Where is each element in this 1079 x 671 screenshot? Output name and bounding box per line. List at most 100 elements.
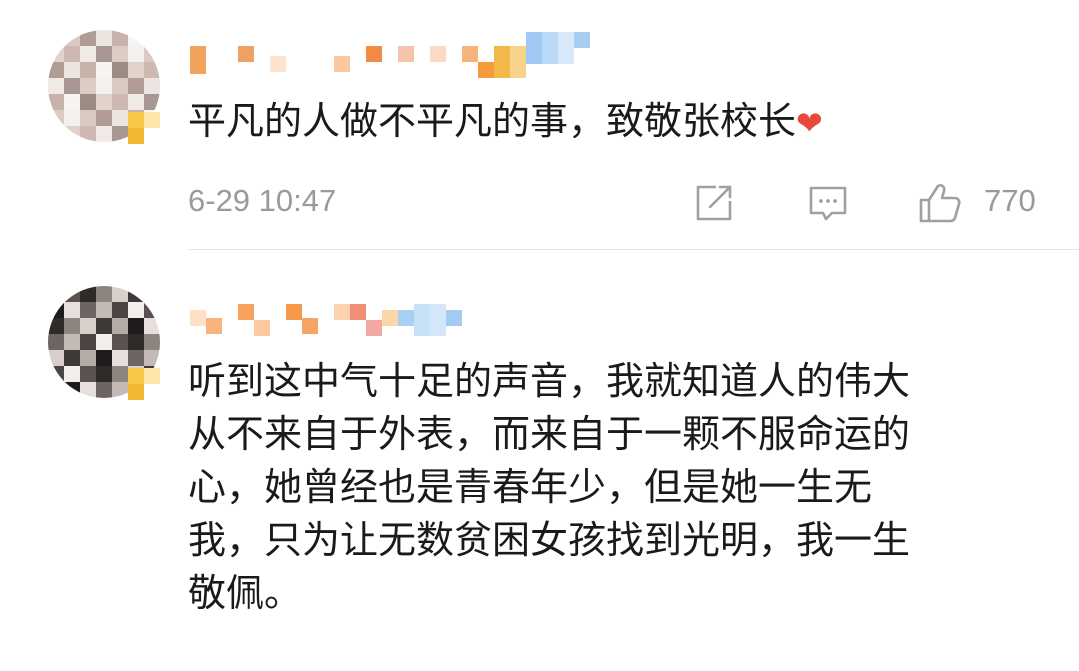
mosaic-pixel	[80, 126, 96, 142]
mosaic-pixel	[414, 32, 430, 48]
mosaic-pixel	[430, 304, 446, 336]
mosaic-pixel	[80, 286, 96, 302]
mosaic-pixel	[64, 78, 80, 94]
username-blurred[interactable]	[190, 296, 462, 344]
mosaic-pixel	[112, 318, 128, 334]
mosaic-pixel	[318, 32, 334, 48]
mosaic-pixel	[128, 384, 144, 400]
mosaic-pixel	[462, 46, 478, 62]
mosaic-pixel	[366, 46, 382, 62]
mosaic-pixel	[96, 286, 112, 302]
mosaic-pixel	[286, 304, 302, 320]
mosaic-pixel	[206, 318, 222, 334]
comment-text: 平凡的人做不平凡的事，致敬张校长❤	[188, 99, 823, 143]
mosaic-pixel	[430, 46, 446, 62]
mosaic-pixel	[286, 32, 302, 48]
verified-badge	[128, 112, 160, 144]
mosaic-pixel	[144, 128, 160, 144]
mosaic-pixel	[112, 366, 128, 382]
mosaic-pixel	[238, 46, 254, 62]
mosaic-pixel	[128, 46, 144, 62]
mosaic-pixel	[112, 94, 128, 110]
mosaic-pixel	[96, 318, 112, 334]
mosaic-pixel	[64, 110, 80, 126]
mosaic-pixel	[414, 304, 430, 336]
mosaic-pixel	[64, 382, 80, 398]
mosaic-pixel	[64, 286, 80, 302]
verified-badge	[128, 368, 160, 400]
mosaic-pixel	[96, 46, 112, 62]
mosaic-pixel	[64, 366, 80, 382]
mosaic-pixel	[128, 334, 144, 350]
mosaic-pixel	[128, 78, 144, 94]
mosaic-pixel	[96, 366, 112, 382]
mosaic-pixel	[80, 46, 96, 62]
mosaic-pixel	[48, 350, 64, 366]
mosaic-pixel	[144, 46, 160, 62]
mosaic-pixel	[64, 334, 80, 350]
mosaic-pixel	[382, 310, 398, 326]
mosaic-pixel	[144, 350, 160, 366]
mosaic-pixel	[302, 32, 318, 48]
mosaic-pixel	[112, 286, 128, 302]
share-icon[interactable]	[692, 181, 736, 225]
mosaic-pixel	[270, 56, 286, 72]
mosaic-pixel	[48, 78, 64, 94]
mosaic-pixel	[128, 128, 144, 144]
mosaic-pixel	[270, 296, 286, 312]
mosaic-pixel	[350, 32, 366, 48]
mosaic-pixel	[144, 62, 160, 78]
mosaic-pixel	[526, 32, 542, 64]
mosaic-pixel	[112, 78, 128, 94]
mosaic-pixel	[80, 94, 96, 110]
mosaic-pixel	[128, 112, 144, 128]
mosaic-pixel	[128, 302, 144, 318]
mosaic-pixel	[96, 302, 112, 318]
mosaic-pixel	[558, 32, 574, 64]
mosaic-pixel	[112, 382, 128, 398]
mosaic-pixel	[366, 320, 382, 336]
mosaic-pixel	[96, 334, 112, 350]
mosaic-pixel	[446, 310, 462, 326]
comment-timestamp: 6-29 10:47	[188, 183, 337, 218]
mosaic-pixel	[48, 110, 64, 126]
mosaic-pixel	[64, 302, 80, 318]
like-icon[interactable]	[918, 181, 962, 225]
mosaic-pixel	[64, 30, 80, 46]
mosaic-pixel	[96, 62, 112, 78]
mosaic-pixel	[222, 296, 238, 312]
mosaic-pixel	[48, 334, 64, 350]
mosaic-pixel	[48, 286, 64, 302]
mosaic-pixel	[96, 382, 112, 398]
mosaic-pixel	[48, 366, 64, 382]
comment-icon[interactable]	[806, 181, 850, 225]
mosaic-pixel	[144, 384, 160, 400]
mosaic-pixel	[48, 46, 64, 62]
mosaic-pixel	[206, 32, 222, 48]
mosaic-pixel	[494, 46, 510, 78]
mosaic-pixel	[96, 94, 112, 110]
mosaic-pixel	[96, 126, 112, 142]
mosaic-pixel	[64, 62, 80, 78]
mosaic-pixel	[112, 334, 128, 350]
comment-item: 平凡的人做不平凡的事，致敬张校长❤ 6-29 10:47 770	[0, 0, 1079, 250]
mosaic-pixel	[542, 32, 558, 64]
mosaic-pixel	[398, 46, 414, 62]
mosaic-pixel	[190, 46, 206, 74]
mosaic-pixel	[318, 296, 334, 312]
mosaic-pixel	[334, 56, 350, 72]
mosaic-pixel	[254, 32, 270, 48]
mosaic-pixel	[64, 126, 80, 142]
mosaic-pixel	[96, 110, 112, 126]
mosaic-pixel	[48, 30, 64, 46]
mosaic-pixel	[64, 46, 80, 62]
mosaic-pixel	[144, 78, 160, 94]
mosaic-pixel	[48, 62, 64, 78]
mosaic-pixel	[112, 62, 128, 78]
mosaic-pixel	[144, 30, 160, 46]
username-blurred[interactable]	[190, 32, 590, 80]
mosaic-pixel	[128, 286, 144, 302]
mosaic-pixel	[64, 350, 80, 366]
mosaic-pixel	[144, 302, 160, 318]
mosaic-pixel	[238, 304, 254, 320]
